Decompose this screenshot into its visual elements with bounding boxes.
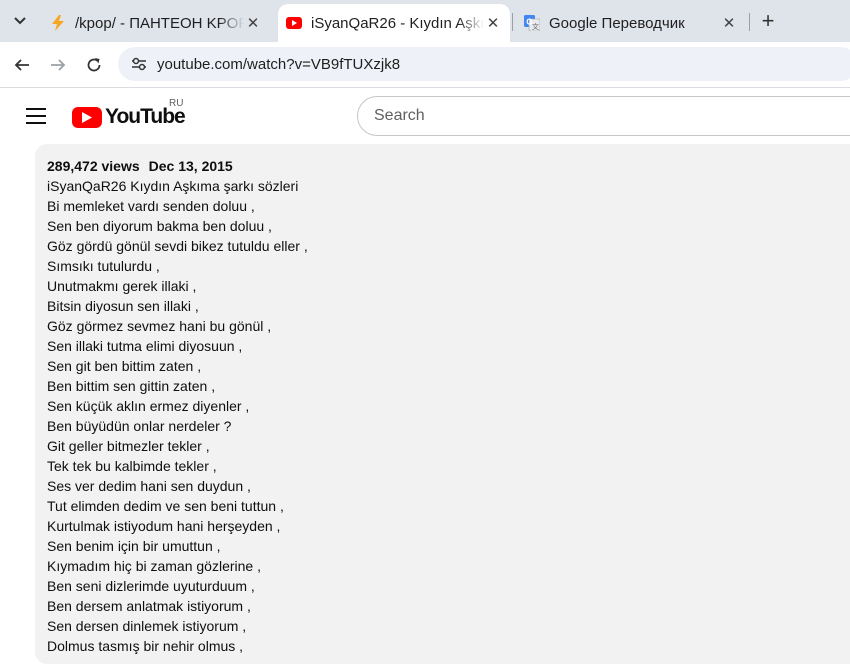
lightning-icon (50, 15, 66, 31)
region-code: RU (169, 98, 184, 109)
arrow-right-icon (51, 59, 66, 71)
description-line: Bitsin diyosun sen illaki , (47, 298, 199, 314)
search-box[interactable] (357, 96, 850, 136)
new-tab-button[interactable]: + (756, 8, 780, 33)
description-line: Ben dersem anlatmak istiyorum , (47, 598, 251, 614)
description-line: Ben büyüdün onlar nerdeler ? (47, 418, 232, 434)
description-line: Göz gördü gönül sevdi bikez tutuldu elle… (47, 238, 308, 254)
description-line: Sımsıkı tutulurdu , (47, 258, 160, 274)
description-line: Tek tek bu kalbimde tekler , (47, 458, 217, 474)
tab-strip: /kpop/ - ПАНТЕОН KPOP ✕ iSyanQaR26 - Kıy… (0, 0, 850, 42)
close-icon[interactable]: ✕ (244, 14, 262, 32)
description-line: Ben bittim sen gittin zaten , (47, 378, 216, 394)
description-line: Dolmus tasmış bir nehir olmus , (47, 638, 244, 654)
tab-kpop[interactable]: /kpop/ - ПАНТЕОН KPOP ✕ (40, 4, 272, 42)
description-line: Göz görmez sevmez hani bu gönül , (47, 318, 272, 334)
tab-google-translate[interactable]: G文 Google Переводчик ✕ (516, 4, 748, 42)
forward-button[interactable] (44, 51, 72, 79)
arrow-left-icon (14, 59, 29, 71)
upload-date: Dec 13, 2015 (148, 158, 233, 174)
tab-youtube[interactable]: iSyanQaR26 - Kıydın Aşkıma ✕ (278, 4, 510, 42)
close-icon[interactable]: ✕ (720, 14, 738, 32)
svg-text:文: 文 (532, 22, 539, 31)
view-count: 289,472 views (47, 158, 140, 174)
menu-icon[interactable] (24, 104, 48, 128)
description-line: Sen küçük aklın ermez diyenler , (47, 398, 250, 414)
description-line: Kurtulmak istiyodum hani herşeyden , (47, 518, 281, 534)
description-line: Bi memleket vardı senden doluu , (47, 198, 255, 214)
site-info-button[interactable] (126, 51, 152, 77)
tab-divider (749, 13, 750, 31)
tab-divider (512, 13, 513, 31)
tab-title: iSyanQaR26 - Kıydın Aşkıma (311, 14, 484, 32)
description-line: Unutmakmı gerek illaki , (47, 278, 197, 294)
video-description[interactable]: 289,472 views Dec 13, 2015 iSyanQaR26 Kıy… (35, 144, 850, 664)
close-icon[interactable]: ✕ (484, 14, 502, 32)
description-line: Kıymadım hiç bi zaman gözlerine , (47, 558, 261, 574)
browser-toolbar: youtube.com/watch?v=VB9fTUXzjk8 (0, 42, 850, 88)
tab-search-button[interactable] (6, 8, 34, 34)
tab-title: Google Переводчик (549, 14, 685, 32)
tab-title: /kpop/ - ПАНТЕОН KPOP (75, 14, 244, 32)
youtube-icon (286, 15, 302, 31)
youtube-play-icon (72, 106, 102, 128)
tune-icon (132, 57, 146, 71)
reload-icon (87, 58, 101, 72)
youtube-logo[interactable]: YouTube RU (72, 98, 186, 128)
reload-button[interactable] (80, 51, 108, 79)
url-text[interactable]: youtube.com/watch?v=VB9fTUXzjk8 (157, 56, 400, 73)
address-bar[interactable]: youtube.com/watch?v=VB9fTUXzjk8 (118, 47, 850, 81)
google-translate-icon: G文 (524, 15, 540, 31)
description-line: Sen benim için bir umuttun , (47, 538, 221, 554)
video-meta: 289,472 views Dec 13, 2015 (47, 156, 850, 176)
description-line: Sen ben diyorum bakma ben doluu , (47, 218, 272, 234)
description-line: Ben seni dizlerimde uyuturduum , (47, 578, 255, 594)
description-line: Ses ver dedim hani sen duydun , (47, 478, 251, 494)
description-line: Tut elimden dedim ve sen beni tuttun , (47, 498, 284, 514)
description-line: Git geller bitmezler tekler , (47, 438, 210, 454)
description-line: Sen illaki tutma elimi diyosuun , (47, 338, 243, 354)
chevron-down-icon (14, 17, 26, 25)
description-lines: iSyanQaR26 Kıydın Aşkıma şarkı sözleri Bi… (47, 176, 850, 656)
description-line: iSyanQaR26 Kıydın Aşkıma şarkı sözleri (47, 178, 299, 194)
back-button[interactable] (8, 51, 36, 79)
search-input[interactable] (374, 97, 850, 135)
description-line: Sen dersen dinlemek istiyorum , (47, 618, 247, 634)
youtube-header: YouTube RU (0, 88, 850, 144)
description-line: Sen git ben bittim zaten , (47, 358, 202, 374)
